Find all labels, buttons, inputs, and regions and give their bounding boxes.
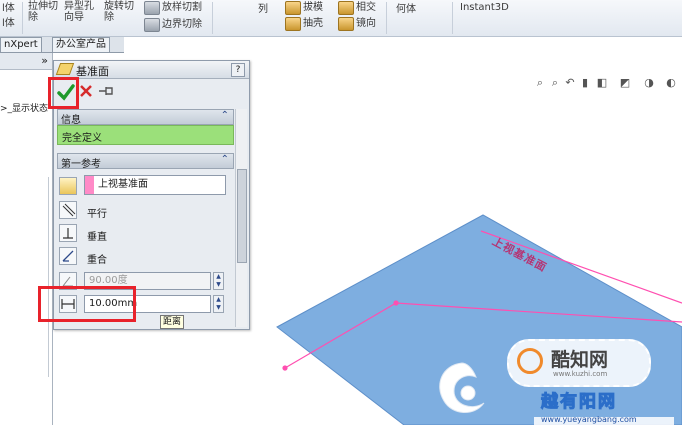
info-group-title: 信息: [61, 115, 81, 126]
close-icon: [80, 85, 92, 97]
info-group-header[interactable]: 信息 ⌃: [57, 109, 234, 126]
feature-tree-panel: » >_显示状态: [0, 53, 53, 425]
instant3d-button[interactable]: Instant3D: [460, 2, 509, 13]
pattern-button[interactable]: 列: [258, 4, 268, 15]
help-button[interactable]: ?: [231, 63, 245, 77]
pink-swatch: [85, 176, 94, 194]
pm-scrollbar[interactable]: [235, 109, 247, 327]
ribbon-label-body-1[interactable]: l体: [2, 3, 15, 14]
ribbon-divider: [386, 2, 387, 34]
graphics-area[interactable]: 上视基准面 ⌕ ⌕ ↶ ▮ ◧ ◩ ◑ ◐ 酷知网 www.kuzhi.com …: [249, 37, 682, 425]
shell-icon: [285, 17, 301, 31]
ribbon-toolbar: l体 l体 拉伸切 除 异型孔 向导 旋转切 除 放样切割 边界切除 列 拔模 …: [0, 0, 682, 37]
plane-icon: [55, 63, 75, 75]
extrude-cut-button[interactable]: 拉伸切 除: [28, 1, 58, 23]
zoom-area-icon[interactable]: ⌕: [549, 77, 561, 89]
first-reference-title: 第一参考: [61, 159, 101, 170]
loft-cut-button[interactable]: 放样切割: [162, 2, 202, 13]
tab-office-products[interactable]: 办公室产品: [52, 37, 110, 52]
cancel-button[interactable]: [79, 84, 93, 98]
view-orientation-icon[interactable]: ◧: [594, 77, 610, 89]
appearance-icon[interactable]: ◐: [663, 77, 679, 89]
section-view-icon[interactable]: ▮: [579, 77, 591, 89]
ref-geometry-button[interactable]: 何体: [396, 4, 416, 15]
mirror-icon: [338, 17, 354, 31]
display-state-item[interactable]: >_显示状态: [0, 101, 48, 114]
status-banner: 完全定义: [57, 125, 234, 145]
distance-tooltip: 距离: [160, 315, 185, 329]
kuzhi-logo-url: www.kuzhi.com: [553, 370, 608, 378]
ribbon-divider: [212, 2, 213, 34]
intersect-icon: [338, 1, 354, 15]
ribbon-divider: [22, 2, 23, 34]
distance-highlight-box: [38, 286, 136, 322]
pin-button[interactable]: [98, 85, 114, 97]
feature-tree-header: »: [0, 53, 52, 70]
site-logo: [432, 359, 490, 421]
ribbon-label-body-2[interactable]: l体: [2, 18, 15, 29]
mirror-button[interactable]: 镜向: [356, 18, 376, 29]
revolve-cut-button[interactable]: 旋转切 除: [104, 1, 134, 23]
first-reference-header[interactable]: 第一参考 ⌃: [57, 153, 234, 170]
pushpin-icon: [99, 87, 113, 95]
kuzhi-logo-text: 酷知网: [551, 349, 609, 371]
hole-wizard-button[interactable]: 异型孔 向导: [64, 1, 94, 23]
boundary-cut-button[interactable]: 边界切除: [162, 19, 202, 30]
reference-selection-icon: [59, 177, 77, 195]
perpendicular-icon[interactable]: [59, 224, 77, 242]
command-tabs: nXpert 办公室产品: [0, 37, 124, 53]
coincident-icon[interactable]: [59, 247, 77, 265]
collapse-icon[interactable]: ⌃: [221, 110, 229, 121]
reference-selection-value: 上视基准面: [98, 179, 148, 190]
pm-title: 基准面: [76, 65, 109, 78]
ok-highlight-box: [48, 77, 79, 109]
intersect-button[interactable]: 相交: [356, 2, 376, 13]
coincident-option[interactable]: 重合: [87, 251, 107, 266]
collapse-icon[interactable]: ⌃: [221, 154, 229, 165]
shell-button[interactable]: 抽壳: [303, 18, 323, 29]
angle-stepper[interactable]: ▲ ▼: [213, 272, 224, 290]
loft-cut-icon: [144, 1, 160, 15]
draft-button[interactable]: 拔模: [303, 2, 323, 13]
reference-selection-box[interactable]: 上视基准面: [84, 175, 226, 195]
draft-icon: [285, 1, 301, 15]
boundary-cut-icon: [144, 18, 160, 32]
zoom-fit-icon[interactable]: ⌕: [534, 77, 546, 89]
parallel-option[interactable]: 平行: [87, 205, 107, 220]
distance-stepper[interactable]: ▲ ▼: [213, 295, 224, 313]
kuzhi-logo-icon: [517, 348, 543, 374]
tab-expert[interactable]: nXpert: [0, 37, 42, 52]
site-watermark-url: www.yueyangbang.com: [541, 415, 637, 424]
pm-title-bar: 基准面 ?: [54, 61, 249, 79]
swirl-logo-icon: [439, 362, 485, 413]
status-text: 完全定义: [62, 133, 102, 144]
expand-panel-icon[interactable]: »: [41, 54, 48, 67]
kuzhi-watermark: 酷知网 www.kuzhi.com: [507, 339, 651, 387]
display-style-icon[interactable]: ◩: [617, 77, 633, 89]
ribbon-divider: [452, 2, 453, 34]
hide-show-icon[interactable]: ◑: [641, 77, 657, 89]
perpendicular-option[interactable]: 垂直: [87, 228, 107, 243]
previous-view-icon[interactable]: ↶: [564, 77, 576, 89]
pm-scroll-thumb[interactable]: [237, 169, 247, 263]
site-watermark-text: 越有阳网: [541, 392, 617, 413]
parallel-icon[interactable]: [59, 201, 77, 219]
